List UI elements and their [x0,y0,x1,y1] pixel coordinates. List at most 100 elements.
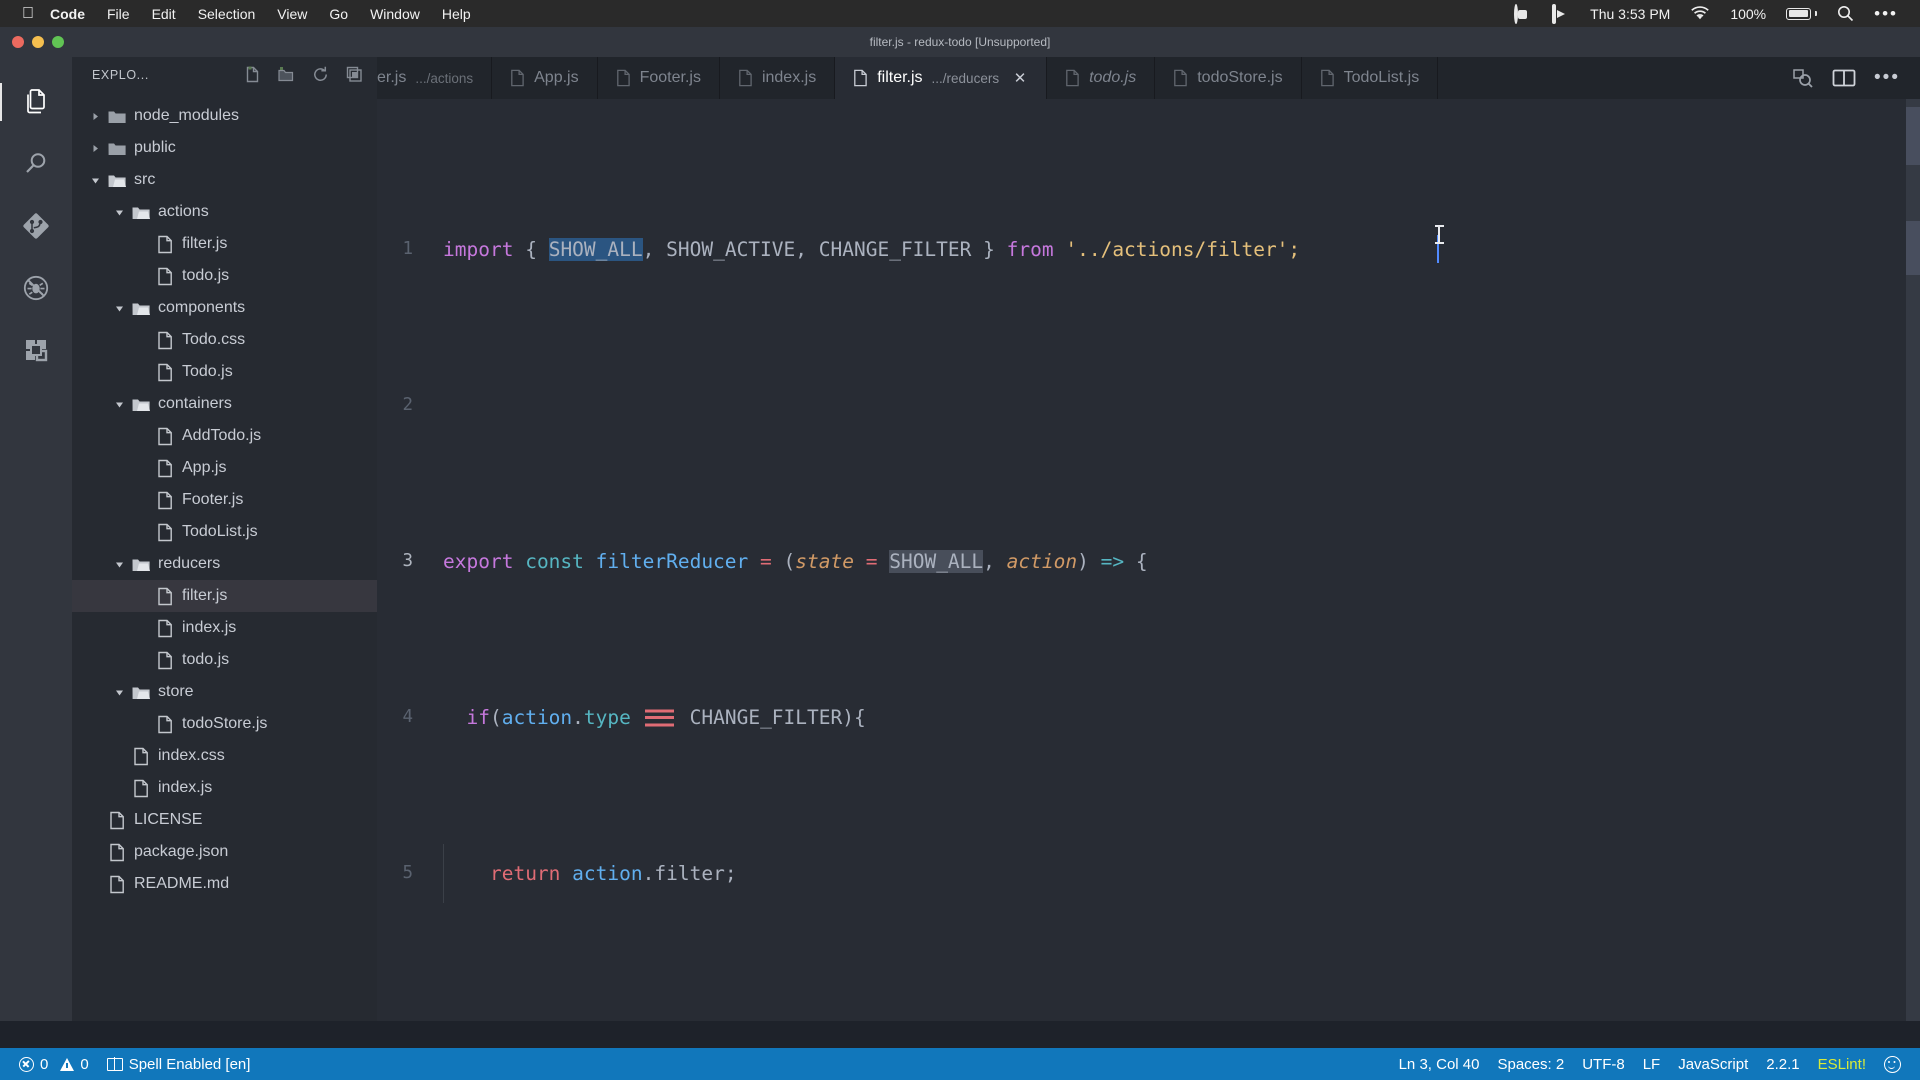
activity-item-extensions[interactable] [0,319,72,381]
wifi-icon[interactable] [1690,6,1710,21]
tree-file-index-css[interactable]: index.css [72,740,377,772]
file-tree[interactable]: node_modules public src actions filter.js tod… [72,92,377,1021]
chevron-down-icon[interactable] [112,557,126,571]
tree-folder-node-modules[interactable]: node_modules [72,100,377,132]
menu-item-edit[interactable]: Edit [152,6,176,22]
new-folder-icon[interactable] [275,64,297,86]
tree-folder-actions[interactable]: actions [72,196,377,228]
control-center-icon[interactable]: ••• [1874,5,1898,22]
tree-file-addtodo-js[interactable]: AddTodo.js [72,420,377,452]
tree-item-label: filter.js [182,587,228,604]
tree-file-index-js[interactable]: index.js [72,772,377,804]
apple-icon[interactable]:  [22,5,34,22]
tree-item-label: todo.js [182,651,230,668]
open-changes-icon[interactable] [1791,67,1814,89]
chevron-right-icon[interactable] [88,109,102,123]
menu-item-help[interactable]: Help [442,6,471,22]
refresh-icon[interactable] [309,64,331,86]
menu-item-view[interactable]: View [277,6,307,22]
chevron-right-icon[interactable] [88,141,102,155]
editor-tab-todostore-js[interactable]: todoStore.js [1155,57,1302,99]
status-indentation[interactable]: Spaces: 2 [1488,1048,1573,1080]
activity-item-source-control[interactable] [0,195,72,257]
tree-file-package-json[interactable]: package.json [72,836,377,868]
tree-folder-src[interactable]: src [72,164,377,196]
editor-tab-app-js[interactable]: App.js [492,57,598,99]
menu-item-code[interactable]: Code [50,6,85,22]
screen-record-icon[interactable] [1514,3,1532,24]
menu-item-window[interactable]: Window [370,6,420,22]
status-spell-checker[interactable]: Spell Enabled [en] [98,1048,260,1080]
tree-file-todo-js[interactable]: todo.js [72,260,377,292]
status-version[interactable]: 2.2.1 [1757,1048,1808,1080]
tree-folder-store[interactable]: store [72,676,377,708]
file-icon [154,715,176,734]
collapse-all-icon[interactable] [343,64,365,86]
status-eslint[interactable]: ESLint! [1809,1048,1875,1080]
tree-file-todo-js[interactable]: Todo.js [72,356,377,388]
editor-tab-index-js[interactable]: index.js [719,57,836,99]
minimap[interactable] [1892,99,1920,1021]
tree-file-todo-js[interactable]: todo.js [72,644,377,676]
chevron-down-icon[interactable] [112,397,126,411]
battery-percent[interactable]: 100% [1730,6,1766,22]
menu-clock[interactable]: Thu 3:53 PM [1590,6,1670,22]
airplay-icon[interactable] [1552,3,1570,24]
tree-file-todolist-js[interactable]: TodoList.js [72,516,377,548]
tree-folder-reducers[interactable]: reducers [72,548,377,580]
tree-file-license[interactable]: LICENSE [72,804,377,836]
more-actions-icon[interactable]: ••• [1874,68,1900,87]
chevron-down-icon[interactable] [88,173,102,187]
chevron-down-icon[interactable] [112,205,126,219]
editor-tab-todo-js[interactable]: todo.js [1047,57,1156,99]
tree-file-readme-md[interactable]: README.md [72,868,377,900]
battery-icon[interactable] [1786,7,1818,20]
tab-file-icon [853,69,868,87]
minimap-slider[interactable] [1906,107,1920,165]
tree-file-filter-js[interactable]: filter.js [72,580,377,612]
tree-file-todo-css[interactable]: Todo.css [72,324,377,356]
new-file-icon[interactable] [241,64,263,86]
maximize-window-button[interactable] [52,36,64,48]
tree-folder-components[interactable]: components [72,292,377,324]
chevron-down-icon[interactable] [112,301,126,315]
tree-item-label: store [158,683,194,700]
tab-file-icon [616,69,631,87]
warning-triangle-icon [60,1057,75,1071]
tree-file-todostore-js[interactable]: todoStore.js [72,708,377,740]
tree-folder-containers[interactable]: containers [72,388,377,420]
menu-item-selection[interactable]: Selection [198,6,256,22]
status-eol[interactable]: LF [1634,1048,1670,1080]
tab-close-icon[interactable]: ✕ [1012,69,1028,87]
code-editor[interactable]: 1 import { SHOW_ALL, SHOW_ACTIVE, CHANGE… [377,99,1920,1021]
tree-file-footer-js[interactable]: Footer.js [72,484,377,516]
split-editor-icon[interactable] [1832,68,1856,88]
status-problems[interactable]: 0 0 [10,1048,98,1080]
tree-file-index-js[interactable]: index.js [72,612,377,644]
activity-item-run-and-debug[interactable] [0,257,72,319]
line-number: 3 [402,551,413,571]
tree-file-filter-js[interactable]: filter.js [72,228,377,260]
tree-folder-public[interactable]: public [72,132,377,164]
tab-label: todo.js [1089,69,1137,86]
minimap-slider-secondary[interactable] [1906,221,1920,275]
status-language-mode[interactable]: JavaScript [1669,1048,1757,1080]
editor-tab-filter-js[interactable]: filter.js .../reducers ✕ [835,57,1048,99]
file-icon [154,587,176,606]
activity-item-search[interactable] [0,133,72,195]
menu-item-go[interactable]: Go [329,6,348,22]
tree-file-app-js[interactable]: App.js [72,452,377,484]
editor-tab-er-js[interactable]: er.js .../actions [377,57,493,99]
editor-tab-actions: ••• [1771,57,1920,99]
chevron-down-icon[interactable] [112,685,126,699]
editor-tab-todolist-js[interactable]: TodoList.js [1301,57,1439,99]
activity-item-explorer[interactable] [0,71,72,133]
status-encoding[interactable]: UTF-8 [1573,1048,1634,1080]
close-window-button[interactable] [12,36,24,48]
menu-item-file[interactable]: File [107,6,130,22]
spotlight-search-icon[interactable] [1837,5,1854,22]
status-cursor-position[interactable]: Ln 3, Col 40 [1390,1048,1489,1080]
status-feedback[interactable] [1875,1048,1910,1080]
editor-tab-footer-js[interactable]: Footer.js [597,57,720,99]
minimize-window-button[interactable] [32,36,44,48]
